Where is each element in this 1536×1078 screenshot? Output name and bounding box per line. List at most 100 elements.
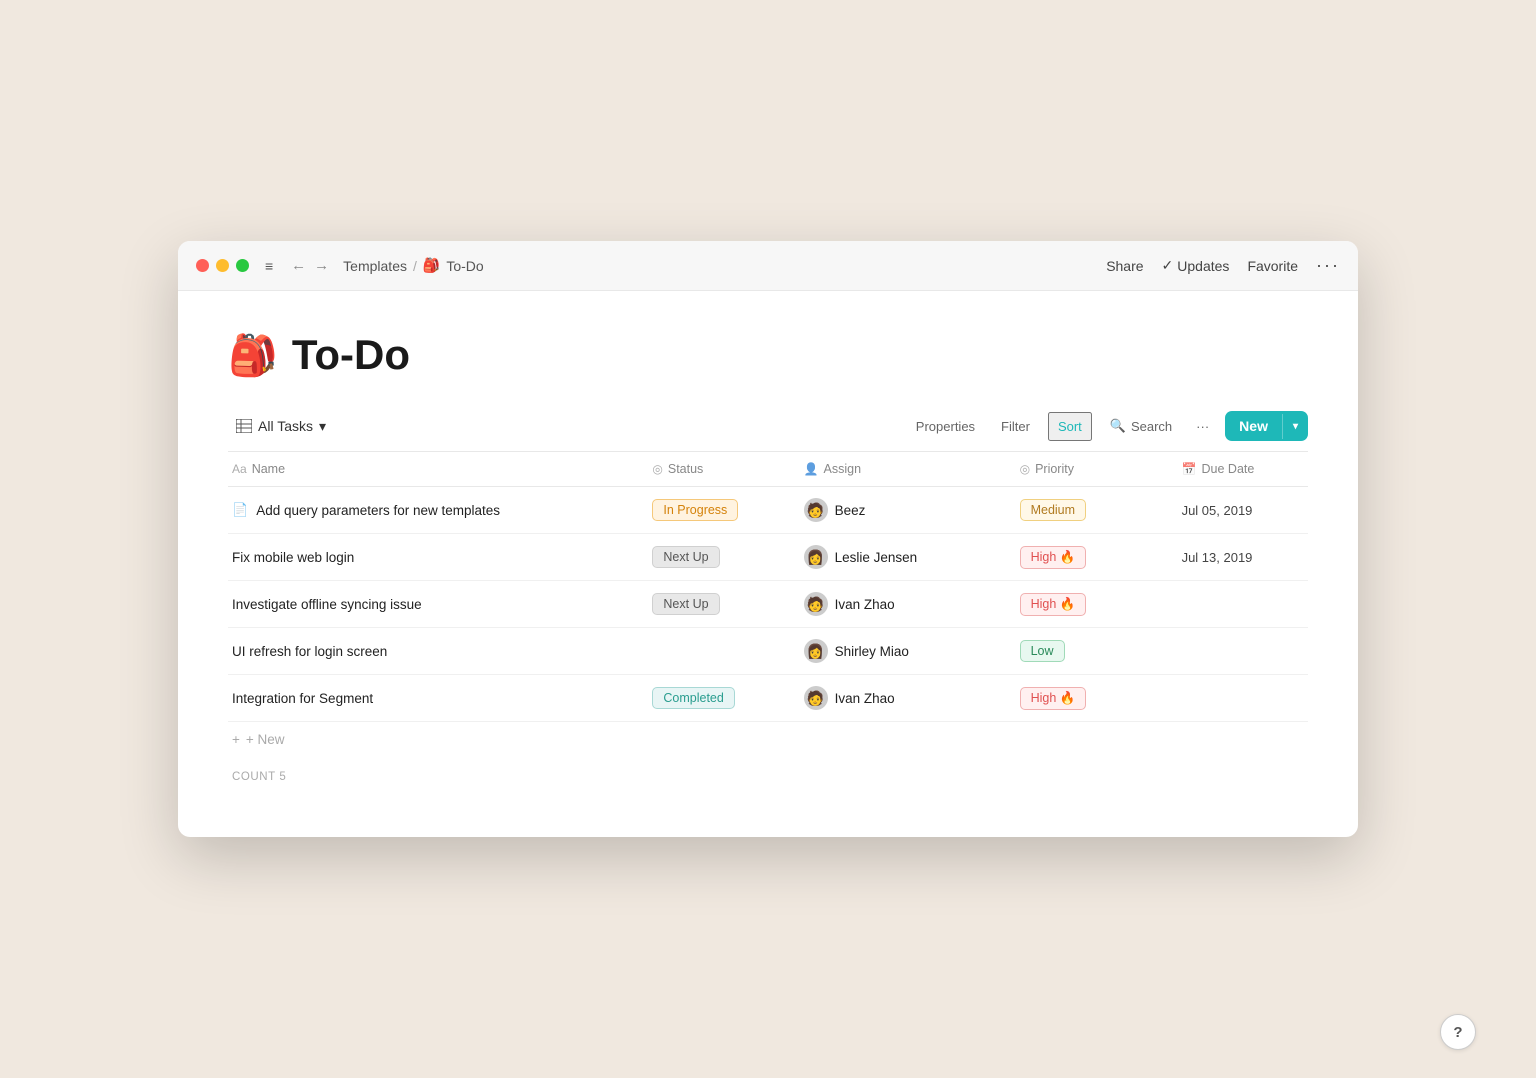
add-new-label: + New [246,732,285,747]
priority-badge[interactable]: High 🔥 [1020,593,1087,616]
table-icon [236,419,252,433]
maximize-button[interactable] [236,259,249,272]
priority-badge[interactable]: High 🔥 [1020,687,1087,710]
search-label: Search [1131,419,1172,434]
search-icon: 🔍 [1110,418,1126,434]
priority-col-icon: ◎ [1020,462,1030,476]
assign-col-icon: 👤 [804,462,819,476]
add-new-plus-icon: + [232,732,240,747]
task-name-cell: Investigate offline syncing issue [228,581,638,628]
name-col-icon: Aa [232,462,247,476]
assignee-name: Shirley Miao [835,644,909,659]
help-button[interactable]: ? [1440,1014,1476,1050]
status-badge[interactable]: Completed [652,687,734,709]
avatar: 🧑 [804,686,828,710]
assignee-name: Ivan Zhao [835,691,895,706]
app-window: ≡ ← → Templates / 🎒 To-Do Share ✓ Update… [178,241,1358,837]
col-header-assign[interactable]: 👤Assign [790,452,1006,487]
menu-icon[interactable]: ≡ [261,256,277,276]
task-status-cell[interactable]: Completed [638,675,789,722]
assignee-name: Leslie Jensen [835,550,918,565]
col-header-due-date[interactable]: 📅Due Date [1168,452,1308,487]
task-assign-cell[interactable]: 👩 Shirley Miao [790,628,1006,675]
breadcrumb-current[interactable]: To-Do [446,258,483,274]
sort-button[interactable]: Sort [1048,412,1092,441]
task-priority-cell[interactable]: Low [1006,628,1168,675]
task-assign-cell[interactable]: 🧑 Beez [790,487,1006,534]
priority-badge[interactable]: High 🔥 [1020,546,1087,569]
priority-badge[interactable]: Low [1020,640,1065,662]
more-options-button[interactable]: ··· [1316,255,1340,276]
task-status-cell[interactable]: Next Up [638,534,789,581]
avatar: 👩 [804,639,828,663]
task-status-cell[interactable] [638,628,789,675]
updates-button[interactable]: ✓ Updates [1162,257,1230,274]
task-assign-cell[interactable]: 🧑 Ivan Zhao [790,581,1006,628]
status-badge[interactable]: Next Up [652,546,719,568]
task-name[interactable]: Add query parameters for new templates [256,503,500,518]
avatar: 🧑 [804,592,828,616]
assignee-name: Beez [835,503,866,518]
new-button-chevron-icon[interactable]: ▾ [1282,414,1308,439]
task-priority-cell[interactable]: Medium [1006,487,1168,534]
new-button-label: New [1225,411,1282,441]
table-row[interactable]: Investigate offline syncing issue Next U… [228,581,1308,628]
task-name[interactable]: Investigate offline syncing issue [232,597,422,612]
due-date-value: Jul 13, 2019 [1182,550,1253,565]
toolbar-right: Properties Filter Sort 🔍 Search ··· New … [908,411,1308,441]
back-button[interactable]: ← [289,255,308,276]
table-row[interactable]: 📄 Add query parameters for new templates… [228,487,1308,534]
count-label: COUNT [232,771,276,783]
due-date-col-icon: 📅 [1182,462,1197,476]
breadcrumb-emoji: 🎒 [423,257,440,274]
task-assign-cell[interactable]: 🧑 Ivan Zhao [790,675,1006,722]
all-tasks-chevron-icon: ▾ [319,418,326,435]
task-name-cell: Integration for Segment [228,675,638,722]
task-name-cell: 📄 Add query parameters for new templates [228,487,638,534]
share-button[interactable]: Share [1106,258,1143,274]
status-badge[interactable]: Next Up [652,593,719,615]
titlebar-actions: Share ✓ Updates Favorite ··· [1106,255,1340,276]
task-due-date-cell: Jul 05, 2019 [1168,487,1308,534]
search-button[interactable]: 🔍 Search [1102,413,1180,439]
nav-arrows: ← → [289,255,331,276]
task-due-date-cell: Jul 13, 2019 [1168,534,1308,581]
page-title: To-Do [292,331,410,379]
table-row[interactable]: Integration for Segment Completed 🧑 Ivan… [228,675,1308,722]
favorite-button[interactable]: Favorite [1247,258,1298,274]
task-priority-cell[interactable]: High 🔥 [1006,675,1168,722]
add-new-row[interactable]: + + New [228,722,1308,757]
toolbar-more-button[interactable]: ··· [1190,414,1215,439]
count-row: COUNT 5 [228,757,1308,797]
status-badge[interactable]: In Progress [652,499,738,521]
new-button[interactable]: New ▾ [1225,411,1308,441]
table-header-row: AaName ◎Status 👤Assign ◎Priority 📅Due Da… [228,452,1308,487]
minimize-button[interactable] [216,259,229,272]
properties-button[interactable]: Properties [908,414,983,439]
col-header-priority[interactable]: ◎Priority [1006,452,1168,487]
task-priority-cell[interactable]: High 🔥 [1006,534,1168,581]
task-status-cell[interactable]: In Progress [638,487,789,534]
status-col-icon: ◎ [652,462,662,476]
task-due-date-cell [1168,675,1308,722]
priority-badge[interactable]: Medium [1020,499,1086,521]
traffic-lights [196,259,249,272]
breadcrumb-parent[interactable]: Templates [343,258,407,274]
col-header-status[interactable]: ◎Status [638,452,789,487]
filter-button[interactable]: Filter [993,414,1038,439]
table-row[interactable]: Fix mobile web login Next Up 👩 Leslie Je… [228,534,1308,581]
task-priority-cell[interactable]: High 🔥 [1006,581,1168,628]
task-name[interactable]: UI refresh for login screen [232,644,387,659]
table-row[interactable]: UI refresh for login screen 👩 Shirley Mi… [228,628,1308,675]
doc-icon: 📄 [232,502,248,518]
titlebar: ≡ ← → Templates / 🎒 To-Do Share ✓ Update… [178,241,1358,291]
col-header-name[interactable]: AaName [228,452,638,487]
all-tasks-button[interactable]: All Tasks ▾ [228,413,334,440]
task-name[interactable]: Integration for Segment [232,691,373,706]
task-due-date-cell [1168,581,1308,628]
task-name[interactable]: Fix mobile web login [232,550,354,565]
close-button[interactable] [196,259,209,272]
forward-button[interactable]: → [312,255,331,276]
task-assign-cell[interactable]: 👩 Leslie Jensen [790,534,1006,581]
task-status-cell[interactable]: Next Up [638,581,789,628]
